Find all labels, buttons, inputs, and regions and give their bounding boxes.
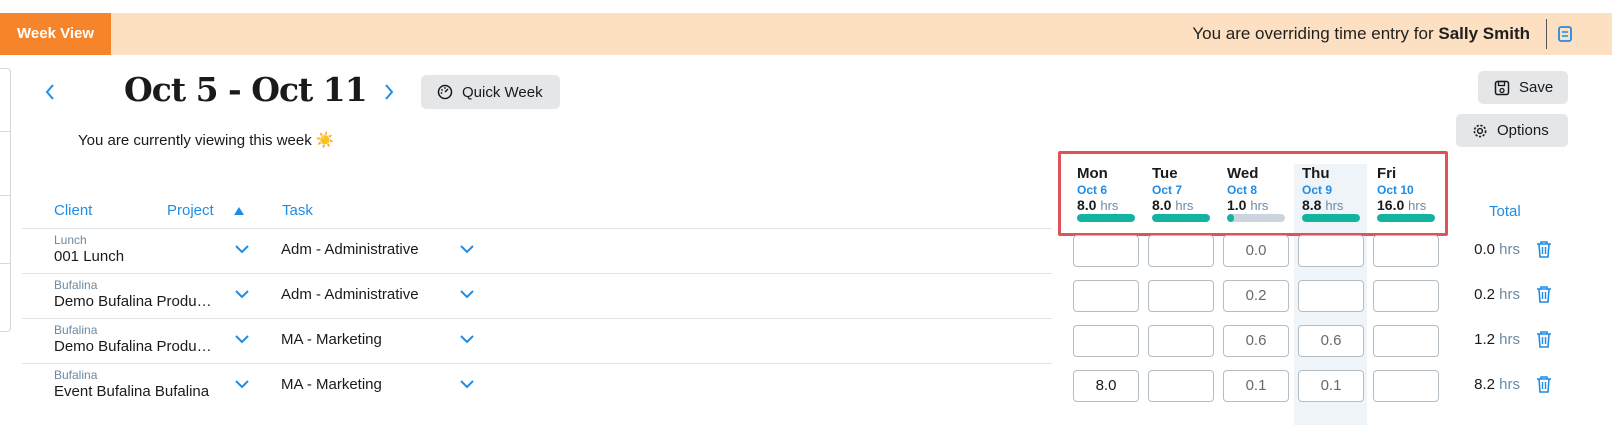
trash-icon[interactable] [1536,375,1552,393]
trash-icon[interactable] [1536,285,1552,303]
hours-input-wed[interactable]: 0.2 [1223,280,1289,312]
quick-week-label: Quick Week [462,83,543,101]
project-dropdown-chevron-icon[interactable] [234,289,250,299]
hours-input-tue[interactable] [1148,235,1214,267]
hours-input-fri[interactable] [1373,325,1439,357]
banner-divider [1546,19,1547,49]
save-button[interactable]: Save [1478,71,1568,104]
override-user-name: Sally Smith [1438,24,1530,43]
week-range-title: Oct 5 - Oct 11 [124,70,368,109]
table-row: Bufalina Event Bufalina Bufalina MA - Mark… [0,363,1612,408]
hours-input-tue[interactable] [1148,325,1214,357]
hours-input-thu[interactable] [1298,280,1364,312]
hours-input-mon[interactable]: 8.0 [1073,370,1139,402]
override-banner: Week View You are overriding time entry … [0,13,1612,55]
project-dropdown-chevron-icon[interactable] [234,334,250,344]
row-total-value: 0.2 [1474,286,1495,303]
row-project: Demo Bufalina Production [54,338,216,355]
row-total: 8.2 hrs [1474,376,1520,393]
task-dropdown-chevron-icon[interactable] [459,289,475,299]
hours-input-wed[interactable]: 0.0 [1223,235,1289,267]
trash-icon[interactable] [1536,330,1552,348]
previous-week-icon[interactable] [43,82,57,102]
hours-input-fri[interactable] [1373,235,1439,267]
row-project: 001 Lunch [54,248,125,265]
trash-icon[interactable] [1536,240,1552,258]
row-task: Adm - Administrative [281,286,419,303]
override-message: You are overriding time entry for Sally … [1192,13,1530,55]
row-total-unit: hrs [1499,331,1520,348]
column-header-project[interactable]: Project [167,202,214,219]
row-client: Bufalina [54,368,98,382]
week-view-tab[interactable]: Week View [0,13,111,55]
project-dropdown-chevron-icon[interactable] [234,244,250,254]
row-client: Bufalina [54,323,98,337]
column-header-client[interactable]: Client [54,202,92,219]
sort-ascending-icon[interactable] [234,207,244,215]
row-project: Event Bufalina Bufalina [54,383,210,400]
column-header-total: Total [1489,203,1521,220]
day-summary-highlight [1058,151,1448,236]
row-client: Lunch [54,233,87,247]
row-task: MA - Marketing [281,331,382,348]
row-task: MA - Marketing [281,376,382,393]
row-task: Adm - Administrative [281,241,419,258]
hours-input-thu[interactable] [1298,235,1364,267]
hours-input-tue[interactable] [1148,370,1214,402]
row-total-unit: hrs [1499,286,1520,303]
row-total-value: 0.0 [1474,241,1495,258]
row-divider [22,318,1052,319]
hours-input-fri[interactable] [1373,280,1439,312]
row-project: Demo Bufalina Production [54,293,216,310]
row-total-unit: hrs [1499,241,1520,258]
table-row: Bufalina Demo Bufalina Production MA - Mar… [0,318,1612,363]
row-divider [22,228,1052,229]
hours-input-fri[interactable] [1373,370,1439,402]
row-total: 0.0 hrs [1474,241,1520,258]
row-total-value: 8.2 [1474,376,1495,393]
row-total-value: 1.2 [1474,331,1495,348]
gauge-icon [437,84,453,100]
row-client: Bufalina [54,278,98,292]
row-divider [22,273,1052,274]
row-total: 1.2 hrs [1474,331,1520,348]
table-row: Bufalina Demo Bufalina Production Adm - Ad… [0,273,1612,318]
task-dropdown-chevron-icon[interactable] [459,334,475,344]
hours-input-mon[interactable] [1073,280,1139,312]
hours-input-wed[interactable]: 0.1 [1223,370,1289,402]
options-button[interactable]: Options [1456,114,1568,147]
task-dropdown-chevron-icon[interactable] [459,379,475,389]
row-divider [22,363,1052,364]
next-week-icon[interactable] [382,82,396,102]
options-label: Options [1497,122,1549,139]
current-week-message: You are currently viewing this week ☀️ [78,132,335,149]
hours-input-mon[interactable] [1073,235,1139,267]
row-total: 0.2 hrs [1474,286,1520,303]
hours-input-thu[interactable]: 0.6 [1298,325,1364,357]
hours-input-mon[interactable] [1073,325,1139,357]
hours-input-tue[interactable] [1148,280,1214,312]
calendar-icon[interactable] [1558,25,1572,43]
hours-input-thu[interactable]: 0.1 [1298,370,1364,402]
save-icon [1494,80,1510,95]
project-dropdown-chevron-icon[interactable] [234,379,250,389]
save-label: Save [1519,79,1554,96]
task-dropdown-chevron-icon[interactable] [459,244,475,254]
column-header-task[interactable]: Task [282,202,313,219]
table-row: Lunch 001 Lunch Adm - Administrative 0.0 0.0… [0,228,1612,273]
quick-week-button[interactable]: Quick Week [421,75,560,109]
override-message-text: You are overriding time entry for [1192,24,1434,43]
gear-icon [1473,124,1487,137]
hours-input-wed[interactable]: 0.6 [1223,325,1289,357]
row-total-unit: hrs [1499,376,1520,393]
